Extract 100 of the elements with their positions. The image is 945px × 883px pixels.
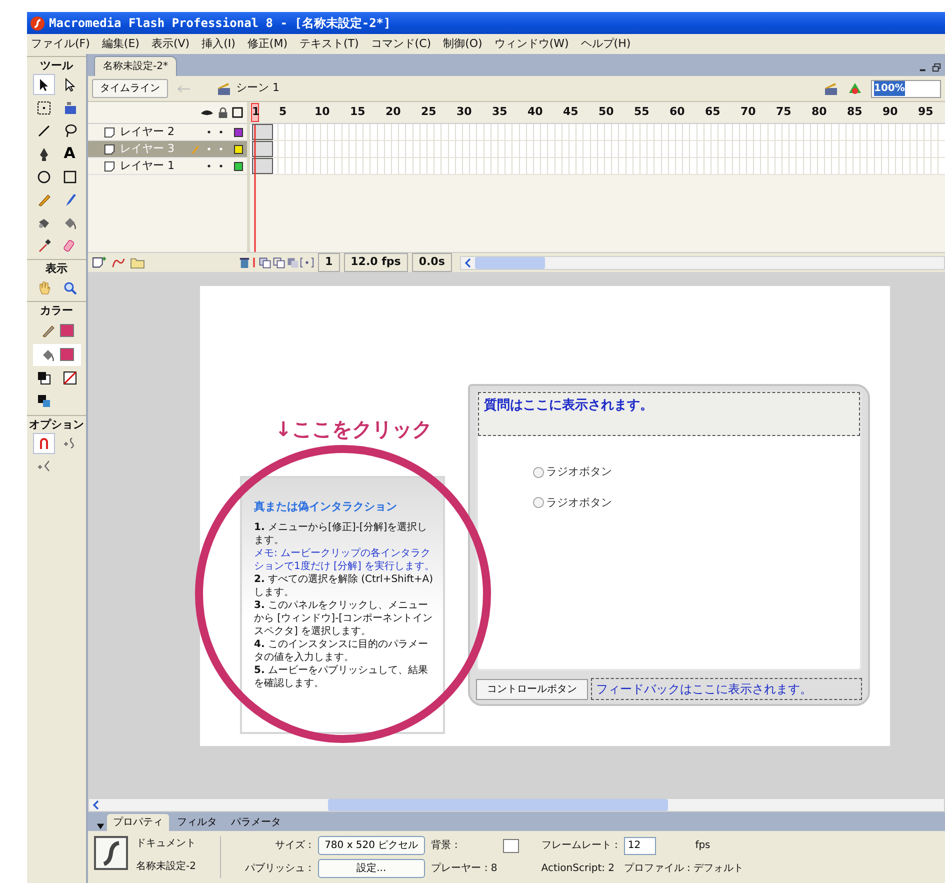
tool-button[interactable] — [32, 74, 54, 96]
onion-outline-icon — [272, 256, 286, 269]
frame-number: 75 — [776, 104, 792, 120]
radio-label: ラジオボタン — [546, 494, 612, 510]
menu-item[interactable]: 挿入(I) — [202, 36, 236, 52]
menu-item[interactable]: コマンド(C) — [370, 36, 432, 52]
scrollbar[interactable] — [460, 256, 945, 270]
frame-number: 35 — [492, 104, 508, 120]
layer-color-square[interactable] — [234, 128, 243, 136]
lock-icon — [218, 106, 228, 118]
fill-color-button[interactable] — [32, 344, 80, 366]
panel-tab[interactable]: パラメータ — [225, 814, 287, 831]
square-icon — [62, 168, 78, 185]
layer-color-square[interactable] — [234, 144, 243, 154]
scrollbar-thumb[interactable] — [328, 799, 668, 811]
frame-number: 70 — [740, 104, 757, 120]
eye-icon — [200, 108, 214, 117]
frame-number: 95 — [918, 104, 934, 120]
center-frame-icon — [250, 256, 258, 269]
keyframe-block[interactable] — [252, 141, 273, 157]
elapsed-time-field: 0.0s — [412, 253, 452, 272]
radio-option[interactable]: ラジオボタン — [533, 464, 860, 480]
note-text: メモ: ムービークリップの各インタラクションで1度だけ [分解] を実行します。 — [254, 547, 436, 574]
symbol-shapes-icon — [847, 80, 863, 96]
size-label: サイズ : — [274, 839, 312, 853]
frame-number: 20 — [386, 104, 402, 120]
menu-item[interactable]: 表示(V) — [151, 36, 190, 52]
restore-icon — [932, 63, 941, 72]
menu-item[interactable]: 制御(O) — [443, 36, 482, 52]
feedback-text: フィードバックはここに表示されます。 — [591, 678, 862, 700]
section-title: ツール — [40, 59, 73, 72]
layer-page-icon — [104, 144, 115, 154]
layer-color-square[interactable] — [234, 162, 243, 170]
text-tool-button[interactable]: A — [58, 143, 80, 164]
frame-number: 5 — [279, 104, 288, 120]
step-text: 1. メニューから[修正]-[分解]を選択します。 — [254, 521, 428, 548]
radio-option[interactable]: ラジオボタン — [533, 494, 860, 511]
frame-number: 40 — [528, 104, 544, 120]
scene-label[interactable]: シーン 1 — [236, 80, 280, 97]
flash-document-icon — [94, 836, 128, 870]
layer-row[interactable]: レイヤー 1 — [88, 158, 247, 175]
pencil-icon — [190, 144, 200, 154]
trash-icon — [239, 256, 250, 269]
publish-settings-button[interactable]: 設定... — [318, 859, 426, 878]
frame-number: 45 — [563, 104, 580, 120]
menu-item[interactable]: 編集(E) — [102, 36, 140, 52]
document-type: ドキュメント — [136, 837, 196, 851]
collapse-triangle-icon — [96, 822, 105, 831]
quiz-component[interactable]: 質問はここに表示されます。 ラジオボタン ラジオボタン コントロールボタン フィードバックはここに表示されます。 — [468, 384, 870, 706]
radio-label: ラジオボタン — [546, 464, 612, 480]
frame-number: 30 — [456, 104, 473, 120]
radio-button[interactable] — [533, 466, 544, 478]
timeline-button[interactable]: タイムライン — [92, 79, 168, 98]
keyframe-block[interactable] — [252, 158, 273, 174]
document-tab[interactable]: 名称未設定-2* — [94, 56, 177, 76]
step-text: 2. すべての選択を解除 (Ctrl+Shift+A) します。 — [254, 573, 434, 600]
frame-number: 55 — [634, 104, 650, 120]
overlapping-squares-icon — [36, 370, 52, 386]
layer-page-icon — [104, 160, 115, 172]
player-version: プレーヤー : 8 — [431, 862, 498, 876]
background-color-swatch[interactable] — [503, 838, 520, 852]
question-text: 質問はここに表示されます。 — [478, 392, 860, 436]
frame-number: 15 — [350, 104, 366, 120]
frame-number: 80 — [812, 104, 828, 120]
menu-item[interactable]: ファイル(F) — [31, 36, 90, 52]
outline-icon — [232, 107, 243, 118]
swap-icon — [36, 393, 52, 410]
step-text: 3. このパネルをクリックし、メニューから [ウィンドウ]-[コンポーネントインスペクタ] を選択します。 — [254, 599, 434, 638]
add-folder-icon — [130, 256, 145, 269]
zoom-field[interactable]: 100% — [871, 80, 941, 98]
frame-rate-label: フレームレート : — [541, 839, 618, 853]
layer-name: レイヤー 2 — [120, 124, 174, 140]
menu-item[interactable]: 修正(M) — [247, 36, 288, 52]
fps-unit: fps — [695, 839, 712, 853]
clapperboard-icon — [823, 80, 839, 96]
frame-rate-field[interactable]: 12 — [624, 836, 656, 854]
profile-text: プロファイル : デフォルト — [624, 862, 744, 876]
radio-button[interactable] — [533, 497, 544, 508]
panel-title: 真または偽インタラクション — [254, 500, 398, 514]
instruction-panel[interactable] — [240, 476, 445, 734]
scrollbar-thumb[interactable] — [474, 256, 545, 268]
panel-tab[interactable]: プロパティ — [107, 814, 169, 831]
layer-page-icon — [104, 126, 115, 138]
scrollbar[interactable] — [88, 798, 945, 812]
section-title: カラー — [40, 304, 73, 318]
size-button[interactable]: 780 x 520 ピクセル — [318, 836, 426, 855]
step-text: 5. ムービーをパブリッシュして、結果を確認します。 — [254, 664, 429, 690]
menu-item[interactable]: ヘルプ(H) — [580, 36, 631, 52]
frame-number: 25 — [421, 104, 438, 120]
frame-number: 50 — [598, 104, 615, 120]
menu-item[interactable]: テキスト(T) — [299, 36, 359, 52]
add-layer-icon — [92, 256, 107, 269]
control-button[interactable]: コントロールボタン — [476, 678, 588, 700]
menu-item[interactable]: ウィンドウ(W) — [494, 36, 569, 52]
search-icon — [62, 280, 78, 296]
keyframe-block[interactable] — [252, 124, 273, 140]
dotted-square-icon — [36, 100, 52, 116]
frame-number: 60 — [670, 104, 686, 120]
panel-tab[interactable]: フィルタ — [171, 814, 223, 831]
clapperboard-icon — [216, 80, 232, 96]
